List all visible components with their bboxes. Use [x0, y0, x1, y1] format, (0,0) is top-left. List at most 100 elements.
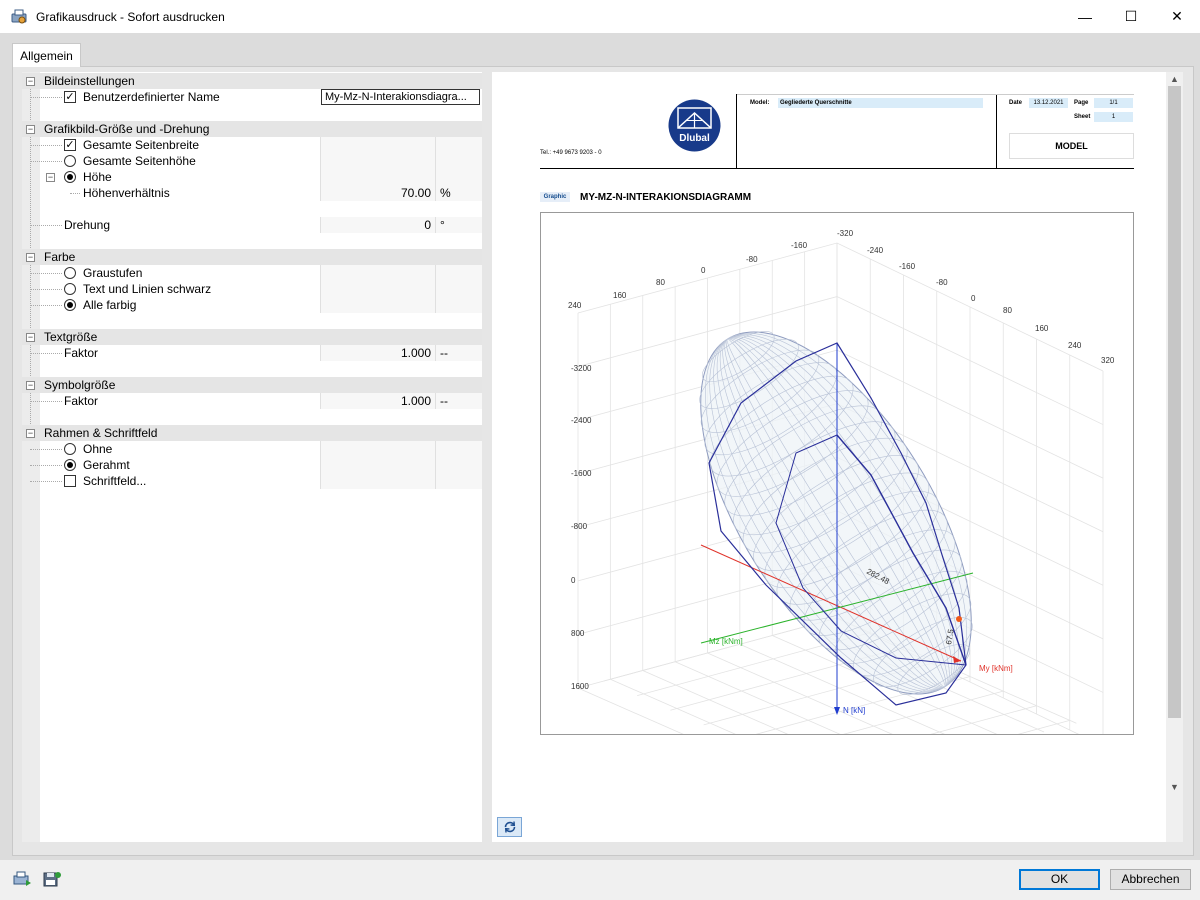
model-value: Gegliederte Querschnitte — [778, 98, 983, 108]
ohne-label: Ohne — [83, 442, 113, 456]
right-axis-tick-label: -160 — [899, 262, 916, 271]
collapse-toggle-icon[interactable]: − — [26, 76, 35, 86]
scroll-up-icon[interactable]: ▲ — [1166, 72, 1183, 86]
cat-label: Grafikbild-Größe und -Drehung — [44, 122, 210, 136]
gerahmt-radio[interactable] — [64, 459, 76, 471]
n-axis-tick-label: 800 — [571, 629, 585, 638]
seitenhoehe-radio[interactable] — [64, 155, 76, 167]
collapse-toggle-icon[interactable]: − — [46, 172, 55, 182]
ohne-radio[interactable] — [64, 443, 76, 455]
save-settings-icon[interactable] — [41, 869, 63, 889]
cat-farbe[interactable]: − Farbe — [22, 249, 482, 265]
window-title: Grafikausdruck - Sofort ausdrucken — [36, 9, 225, 24]
grid-line — [610, 678, 736, 734]
hoehenverhaeltnis-label: Höhenverhältnis — [83, 186, 170, 200]
cancel-button[interactable]: Abbrechen — [1110, 869, 1191, 890]
right-axis-tick-label: 240 — [1068, 341, 1082, 350]
cat-label: Textgröße — [44, 330, 98, 344]
symbol-faktor-value[interactable]: 1.000 — [320, 393, 435, 409]
row-ohne: Ohne — [22, 441, 482, 457]
logo-text: Dlubal — [679, 133, 710, 144]
print-app-icon — [11, 9, 27, 23]
cat-textgroesse[interactable]: − Textgröße — [22, 329, 482, 345]
top-axis-tick-label: -320 — [837, 229, 854, 238]
row-seitenhoehe: Gesamte Seitenhöhe — [22, 153, 482, 169]
header-bottom-line — [540, 168, 1134, 169]
date-value: 13.12.2021 — [1029, 98, 1068, 108]
drehung-value[interactable]: 0 — [320, 217, 435, 233]
hoehe-radio[interactable] — [64, 171, 76, 183]
custom-name-checkbox[interactable]: ✓ — [64, 91, 76, 103]
row-custom-name: ✓ Benutzerdefinierter Name My-Mz-N-Inter… — [22, 89, 482, 105]
row-schriftfeld: Schriftfeld... — [22, 473, 482, 489]
top-axis-tick-label: 80 — [656, 278, 665, 287]
print-settings-icon[interactable] — [11, 869, 33, 889]
farbig-label: Alle farbig — [83, 298, 137, 312]
date-label: Date — [1009, 100, 1023, 106]
model-word: MODEL — [1009, 133, 1134, 159]
tab-allgemein[interactable]: Allgemein — [12, 43, 81, 67]
right-axis-tick-label: 160 — [1035, 324, 1049, 333]
symbol-faktor-label: Faktor — [64, 394, 99, 408]
n-axis-tick-label: -3200 — [571, 364, 592, 373]
scroll-thumb[interactable] — [1168, 86, 1181, 718]
symbol-faktor-unit: -- — [435, 393, 482, 409]
schwarz-label: Text und Linien schwarz — [83, 282, 212, 296]
row-gerahmt: Gerahmt — [22, 457, 482, 473]
graphic-tag: Graphic — [540, 192, 570, 202]
right-axis-tick-label: -80 — [936, 278, 948, 287]
n-axis-label: N [kN] — [843, 706, 865, 715]
right-axis-tick-label: 320 — [1101, 356, 1115, 365]
minimize-button[interactable]: — — [1062, 0, 1108, 33]
text-faktor-label: Faktor — [64, 346, 99, 360]
collapse-toggle-icon[interactable]: − — [26, 252, 35, 262]
surface-outline — [700, 331, 972, 695]
n-axis-tick-label: -2400 — [571, 416, 592, 425]
preview-scrollbar[interactable]: ▲ ▼ — [1166, 72, 1183, 842]
drehung-label: Drehung — [64, 218, 111, 232]
mz-axis-label: Mz [kNm] — [709, 637, 743, 646]
interaction-diagram: 240 160 80 0 -80 -160 -320 -240 -160 -80 0 80 160 240… — [540, 212, 1134, 735]
seitenbreite-checkbox[interactable]: ✓ — [64, 139, 76, 151]
cat-groesse[interactable]: − Grafikbild-Größe und -Drehung — [22, 121, 482, 137]
interaction-surface — [699, 331, 973, 695]
collapse-toggle-icon[interactable]: − — [26, 332, 35, 342]
text-faktor-value[interactable]: 1.000 — [320, 345, 435, 361]
page-label: Page — [1074, 100, 1089, 106]
ok-button[interactable]: OK — [1019, 869, 1100, 890]
collapse-toggle-icon[interactable]: − — [26, 124, 35, 134]
refresh-icon — [504, 821, 515, 833]
right-axis-tick-label: -240 — [867, 246, 884, 255]
result-point — [956, 616, 962, 622]
header-top-line — [737, 94, 1134, 95]
seitenbreite-label: Gesamte Seitenbreite — [83, 138, 200, 152]
grid-line — [642, 670, 789, 734]
schriftfeld-checkbox[interactable] — [64, 475, 76, 487]
graustufen-radio[interactable] — [64, 267, 76, 279]
settings-panel: − Bildeinstellungen ✓ Benutzerdefinierte… — [22, 72, 482, 842]
close-button[interactable]: ✕ — [1154, 0, 1200, 33]
right-axis-tick-label: 0 — [971, 294, 976, 303]
top-axis-tick-label: -80 — [746, 255, 758, 264]
schwarz-radio[interactable] — [64, 283, 76, 295]
row-hoehenverhaeltnis: Höhenverhältnis 70.00 % — [22, 185, 482, 201]
refresh-button[interactable] — [497, 817, 522, 837]
dlubal-logo: Dlubal — [668, 99, 721, 152]
scroll-down-icon[interactable]: ▼ — [1166, 780, 1183, 794]
header-divider — [996, 94, 997, 168]
cat-rahmen[interactable]: − Rahmen & Schriftfeld — [22, 425, 482, 441]
cat-label: Symbolgröße — [44, 378, 116, 392]
top-axis-tick-label: 160 — [613, 291, 627, 300]
collapse-toggle-icon[interactable]: − — [26, 380, 35, 390]
top-axis-tick-label: 240 — [568, 301, 582, 310]
collapse-toggle-icon[interactable]: − — [26, 428, 35, 438]
cat-bildeinstellungen[interactable]: − Bildeinstellungen — [22, 73, 482, 89]
farbig-radio[interactable] — [64, 299, 76, 311]
model-label: Model: — [750, 100, 770, 106]
cat-symbolgroesse[interactable]: − Symbolgröße — [22, 377, 482, 393]
n-axis-tick-label: 0 — [571, 576, 576, 585]
hoehenverhaeltnis-value[interactable]: 70.00 — [320, 185, 435, 201]
hoehenverhaeltnis-unit: % — [435, 185, 482, 201]
custom-name-input[interactable]: My-Mz-N-Interakionsdiagra... — [321, 89, 480, 105]
maximize-button[interactable]: ☐ — [1108, 0, 1154, 33]
